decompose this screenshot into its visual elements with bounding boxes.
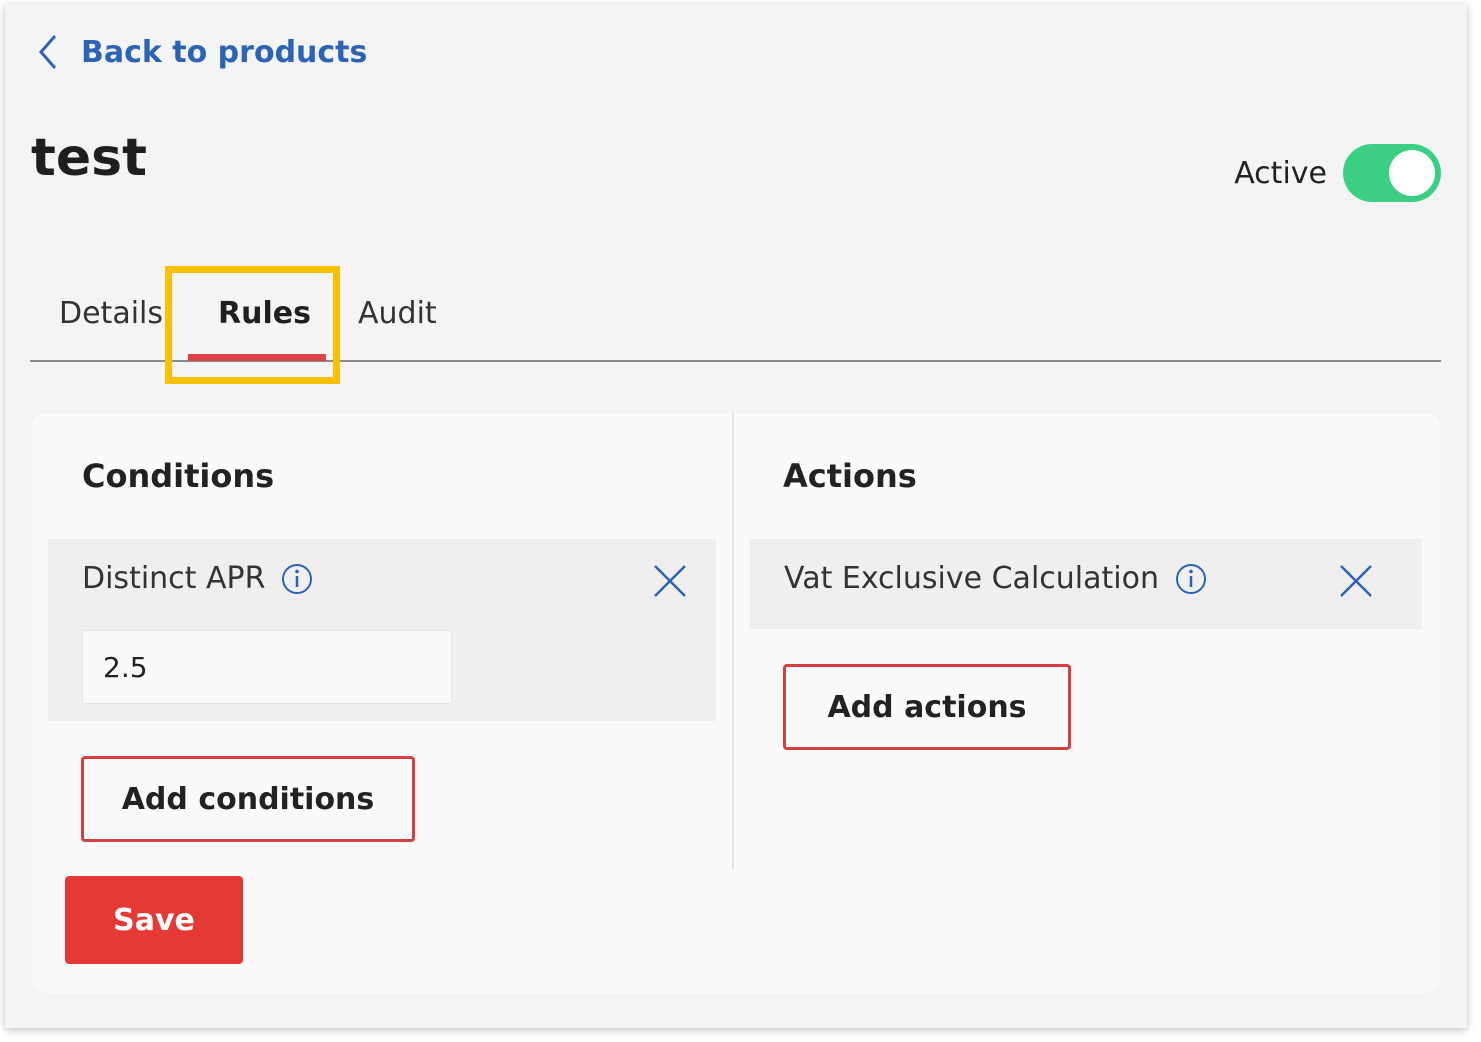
chevron-left-icon bbox=[39, 35, 57, 69]
condition-value-input[interactable] bbox=[82, 630, 452, 704]
rules-card: Conditions Actions Distinct APR Vat Excl… bbox=[32, 413, 1440, 993]
active-label: Active bbox=[1234, 155, 1327, 191]
back-to-products-link[interactable]: Back to products bbox=[35, 32, 367, 72]
info-icon[interactable] bbox=[1175, 563, 1207, 595]
app-window: Back to products test Active Details Rul… bbox=[5, 4, 1467, 1028]
back-link-label: Back to products bbox=[81, 34, 368, 70]
remove-condition-close-icon[interactable] bbox=[652, 563, 688, 599]
add-actions-button[interactable]: Add actions bbox=[783, 664, 1071, 750]
conditions-title: Conditions bbox=[82, 457, 275, 495]
condition-name: Distinct APR bbox=[82, 561, 266, 596]
action-label: Vat Exclusive Calculation bbox=[784, 561, 1207, 596]
active-toggle[interactable] bbox=[1343, 144, 1441, 202]
column-divider bbox=[732, 413, 734, 869]
actions-title: Actions bbox=[783, 457, 917, 495]
info-icon[interactable] bbox=[281, 563, 313, 595]
tab-highlight-box bbox=[165, 266, 340, 384]
action-item: Vat Exclusive Calculation bbox=[750, 539, 1422, 629]
tab-details[interactable]: Details bbox=[59, 296, 163, 331]
page-title: test bbox=[31, 128, 147, 188]
remove-action-close-icon[interactable] bbox=[1338, 563, 1374, 599]
active-status: Active bbox=[1234, 144, 1441, 202]
tab-audit[interactable]: Audit bbox=[358, 296, 437, 331]
condition-label: Distinct APR bbox=[82, 561, 313, 596]
condition-item: Distinct APR bbox=[48, 539, 716, 721]
action-name: Vat Exclusive Calculation bbox=[784, 561, 1159, 596]
toggle-knob bbox=[1389, 150, 1435, 196]
add-conditions-button[interactable]: Add conditions bbox=[81, 756, 415, 842]
save-button[interactable]: Save bbox=[65, 876, 243, 964]
